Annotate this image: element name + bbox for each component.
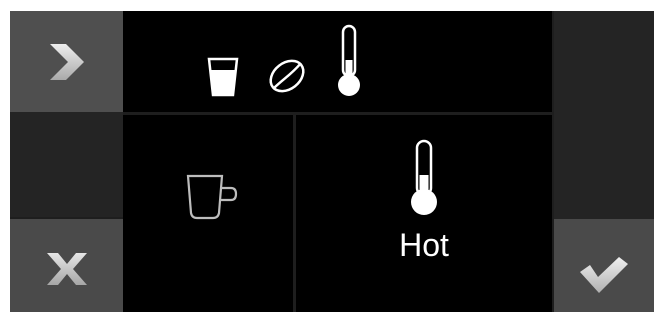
next-button[interactable]	[10, 11, 123, 112]
left-empty-panel	[10, 112, 123, 217]
cup-icon	[186, 174, 238, 220]
right-empty-panel	[554, 11, 654, 219]
checkmark-icon	[580, 256, 628, 293]
right-nav-column	[554, 11, 654, 312]
confirm-button[interactable]	[554, 219, 654, 312]
water-glass-icon	[207, 57, 239, 97]
thermometer-icon	[338, 24, 360, 96]
temperature-option[interactable]: Hot	[296, 115, 552, 312]
chevron-right-icon	[49, 43, 84, 80]
coffee-bean-icon	[269, 59, 305, 93]
x-icon	[46, 252, 87, 285]
thermometer-icon	[411, 139, 437, 215]
coffee-machine-screen: Hot	[10, 11, 654, 312]
left-nav-column	[10, 11, 123, 312]
cup-option[interactable]	[123, 115, 293, 312]
cancel-button[interactable]	[10, 219, 123, 312]
temperature-label: Hot	[399, 227, 449, 263]
status-bar	[123, 11, 552, 112]
